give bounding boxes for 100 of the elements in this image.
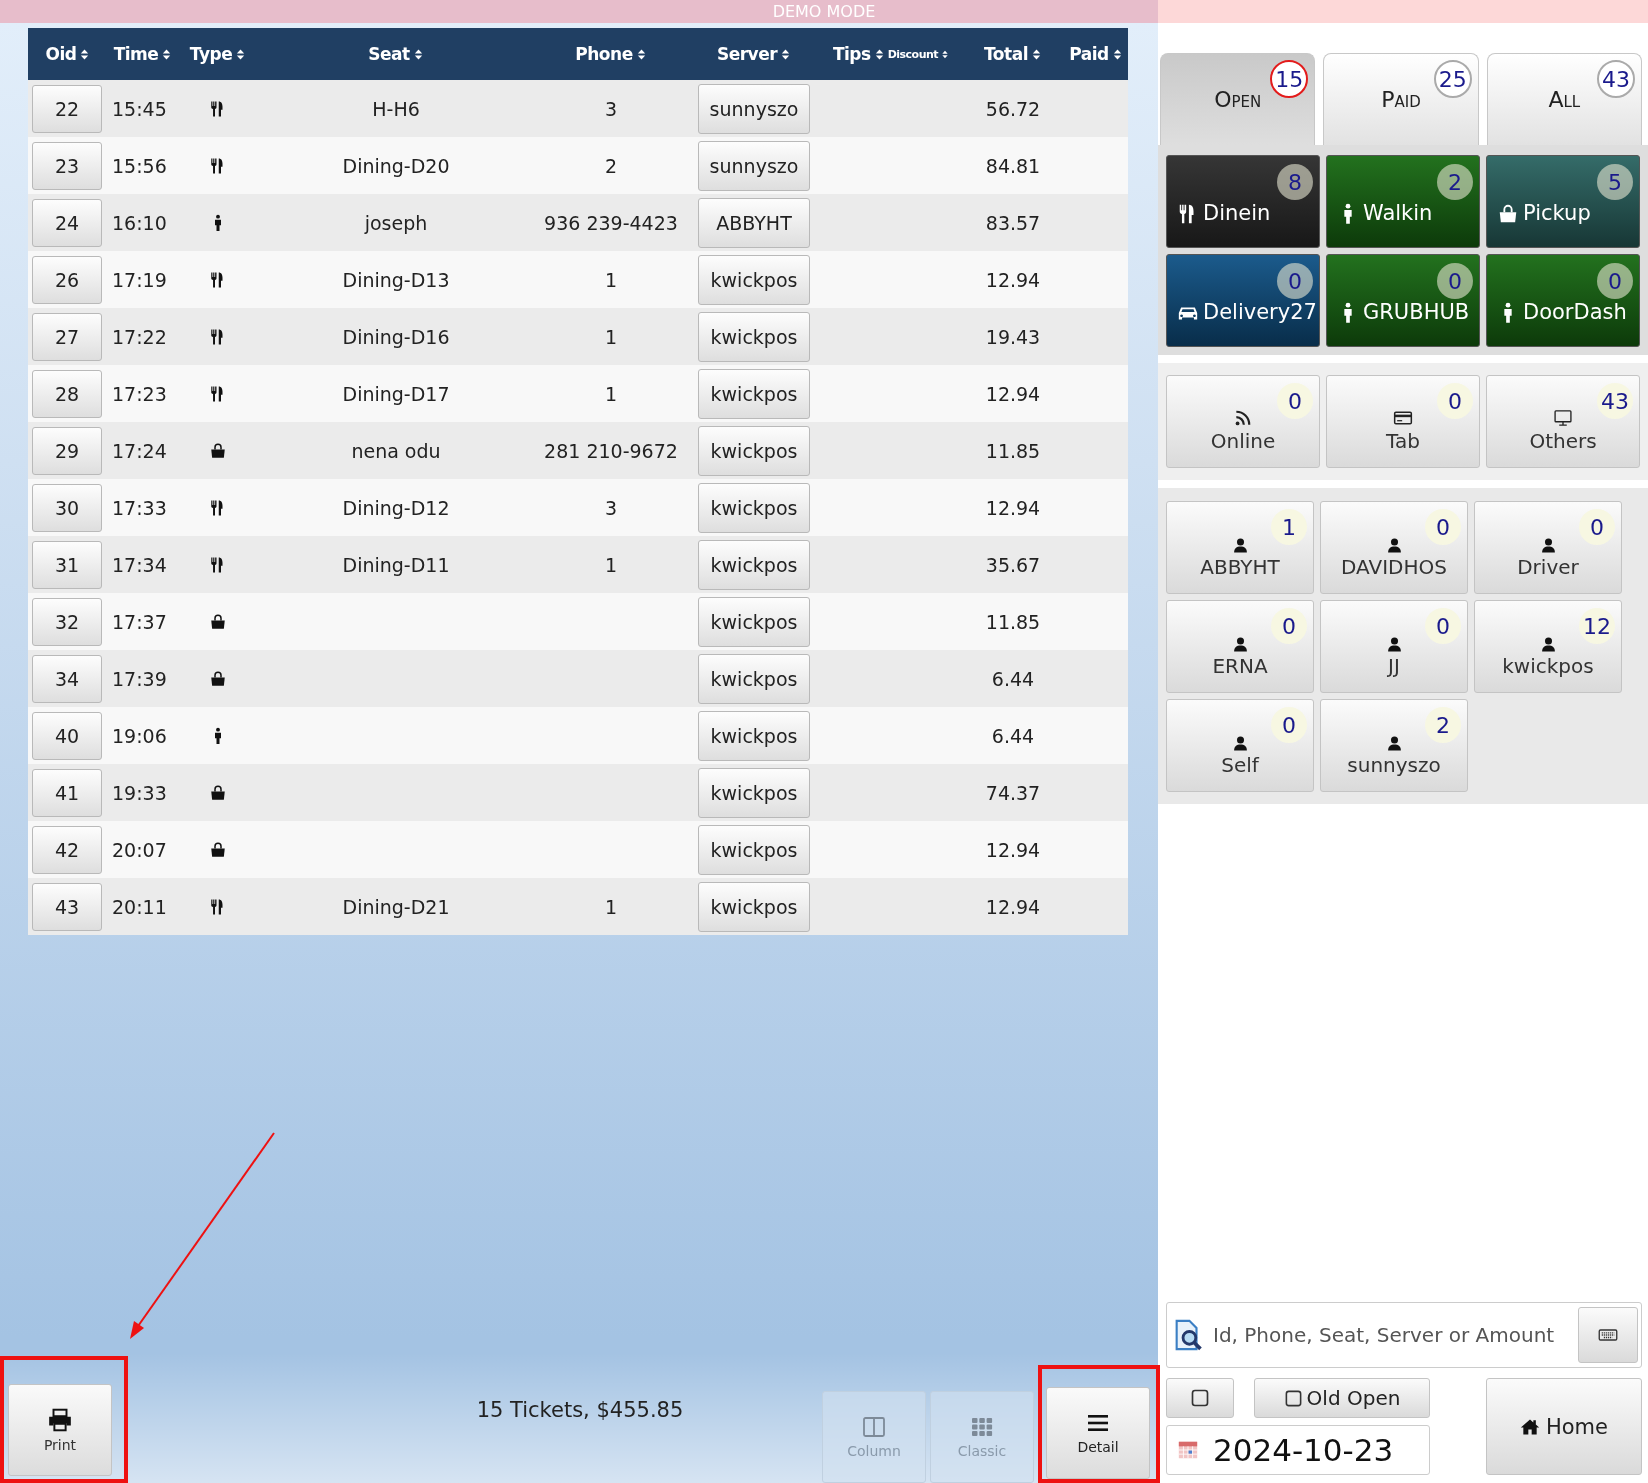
order-number-button[interactable]: 41 [32,768,102,817]
server-filter-button[interactable]: ABBYHT 1 [1166,501,1314,594]
table-cell: Dining-D17 [342,382,450,405]
order-type-button[interactable]: Pickup 5 [1486,155,1640,248]
order-number-button[interactable]: 42 [32,825,102,874]
shopping-bag-icon [209,783,227,802]
print-button[interactable]: Print [8,1384,112,1476]
column-header[interactable]: Discount [887,47,939,61]
checkbox-button[interactable] [1166,1378,1234,1418]
grid-icon [969,1415,995,1439]
count-badge: 12 [1579,608,1615,644]
column-header[interactable]: Tips [832,44,871,64]
server-button[interactable]: kwickpos [698,881,810,932]
order-number-button[interactable]: 29 [32,426,102,475]
server-filter-button[interactable]: ERNA 0 [1166,600,1314,693]
server-button[interactable]: kwickpos [698,425,810,476]
checkbox-icon [1190,1388,1210,1408]
server-button[interactable]: kwickpos [698,482,810,533]
server-button[interactable]: ABBYHT [698,197,810,248]
view-button[interactable]: Detail [1046,1387,1150,1479]
sort-icon [79,46,91,62]
order-type-button[interactable]: DoorDash 0 [1486,254,1640,347]
search-field[interactable]: Id, Phone, Seat, Server or Amount [1213,1323,1570,1347]
column-header[interactable]: Time [113,44,159,64]
user-icon [1231,636,1249,653]
order-number-button[interactable]: 31 [32,540,102,589]
table-cell: 12.94 [985,268,1041,291]
server-button[interactable]: kwickpos [698,824,810,875]
server-button[interactable]: kwickpos [698,653,810,704]
column-header[interactable]: Seat [368,44,410,64]
date-field[interactable]: 2024-10-23 [1166,1425,1430,1475]
checkbox-icon [1283,1388,1303,1408]
server-button[interactable]: sunnyszo [698,83,810,134]
server-button[interactable]: kwickpos [698,710,810,761]
table-cell: 3 [604,496,618,519]
server-filter-button[interactable]: JJ 0 [1320,600,1468,693]
status-tab[interactable]: All 43 [1486,53,1642,145]
column-header[interactable]: Oid [45,44,77,64]
column-header[interactable]: Paid [1069,44,1109,64]
server-button[interactable]: kwickpos [698,539,810,590]
search-field[interactable]: Id, Phone, Seat, Server or Amount [1166,1302,1642,1368]
order-number-button[interactable]: 40 [32,711,102,760]
status-tab[interactable]: Open 15 [1160,53,1316,145]
order-type-button[interactable]: Dinein 8 [1166,155,1320,248]
user-icon [1539,636,1557,653]
user-icon [1385,537,1403,554]
keyboard-button[interactable] [1578,1307,1638,1363]
server-filter-button[interactable]: sunnyszo 2 [1320,699,1468,792]
order-type-button[interactable]: Walkin 2 [1326,155,1480,248]
shopping-bag-icon [1497,203,1519,225]
ticket-summary: 15 Tickets, $455.85 [475,1398,685,1422]
home-button[interactable]: Home [1486,1378,1642,1475]
table-cell: Dining-D11 [342,553,450,576]
count-badge: 1 [1271,509,1307,545]
order-number-button[interactable]: 23 [32,141,102,190]
server-filter-button[interactable]: kwickpos 12 [1474,600,1622,693]
table-cell: 35.67 [985,553,1041,576]
order-number-button[interactable]: 30 [32,483,102,532]
channel-button[interactable]: Others 43 [1486,375,1640,468]
columns-icon [861,1415,887,1439]
order-number-button[interactable]: 28 [32,369,102,418]
server-button[interactable]: kwickpos [698,254,810,305]
table-cell: 12.94 [985,382,1041,405]
server-filter-button[interactable]: DAVIDHOS 0 [1320,501,1468,594]
server-button[interactable]: kwickpos [698,368,810,419]
server-filter-button[interactable]: Self 0 [1166,699,1314,792]
shopping-bag-icon [209,669,227,688]
status-tab[interactable]: Paid 25 [1323,53,1479,145]
count-badge: 0 [1277,263,1313,299]
server-button[interactable]: sunnyszo [698,140,810,191]
channel-button[interactable]: Tab 0 [1326,375,1480,468]
server-filter-button[interactable]: Driver 0 [1474,501,1622,594]
printer-icon [46,1407,74,1433]
server-button[interactable]: kwickpos [698,596,810,647]
order-type-button[interactable]: GRUBHUB 0 [1326,254,1480,347]
column-header[interactable]: Total [984,44,1028,64]
order-type-button[interactable]: Delivery27 0 [1166,254,1320,347]
server-button[interactable]: kwickpos [698,767,810,818]
order-number-button[interactable]: 24 [32,198,102,247]
table-cell: 11.85 [985,439,1041,462]
channel-button[interactable]: Online 0 [1166,375,1320,468]
user-icon [1231,537,1249,554]
order-number-button[interactable]: 34 [32,654,102,703]
server-button[interactable]: kwickpos [698,311,810,362]
user-icon [1539,537,1557,554]
table-cell: 6.44 [991,724,1035,747]
table-cell: 74.37 [985,781,1041,804]
old-open-button[interactable]: Old Open [1254,1378,1430,1418]
table-cell: 19:06 [112,724,167,747]
banner-text: DEMO MODE [772,2,876,21]
order-number-button[interactable]: 43 [32,882,102,931]
order-number-button[interactable]: 32 [32,597,102,646]
order-number-button[interactable]: 22 [32,84,102,133]
column-header[interactable]: Server [716,44,778,64]
table-cell: 12.94 [985,895,1041,918]
table-cell: 17:34 [112,553,167,576]
column-header[interactable]: Type [189,44,233,64]
order-number-button[interactable]: 26 [32,255,102,304]
order-number-button[interactable]: 27 [32,312,102,361]
column-header[interactable]: Phone [575,44,633,64]
